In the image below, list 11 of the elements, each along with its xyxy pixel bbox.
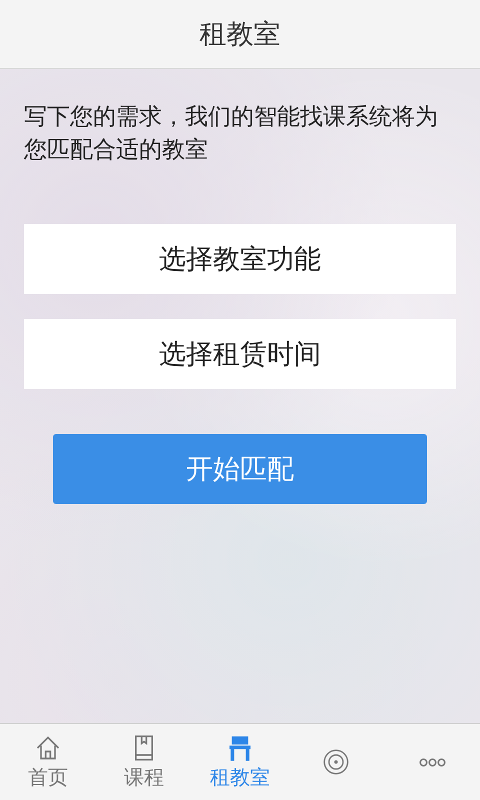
tab[interactable]: 课程 bbox=[104, 724, 184, 800]
start-match-button[interactable]: 开始匹配 bbox=[53, 434, 427, 504]
tab[interactable]: 租教室 bbox=[200, 724, 280, 800]
tab[interactable]: 首页 bbox=[8, 724, 88, 800]
page-title: 租教室 bbox=[200, 18, 280, 52]
home-icon bbox=[34, 734, 62, 762]
more-icon bbox=[418, 758, 446, 766]
intro-text: 写下您的需求，我们的智能找课系统将为您匹配合适的教室 bbox=[24, 103, 439, 166]
option-button[interactable]: 选择教室功能 bbox=[24, 224, 456, 294]
option-button[interactable]: 选择租赁时间 bbox=[24, 318, 456, 389]
target-icon bbox=[322, 748, 350, 776]
